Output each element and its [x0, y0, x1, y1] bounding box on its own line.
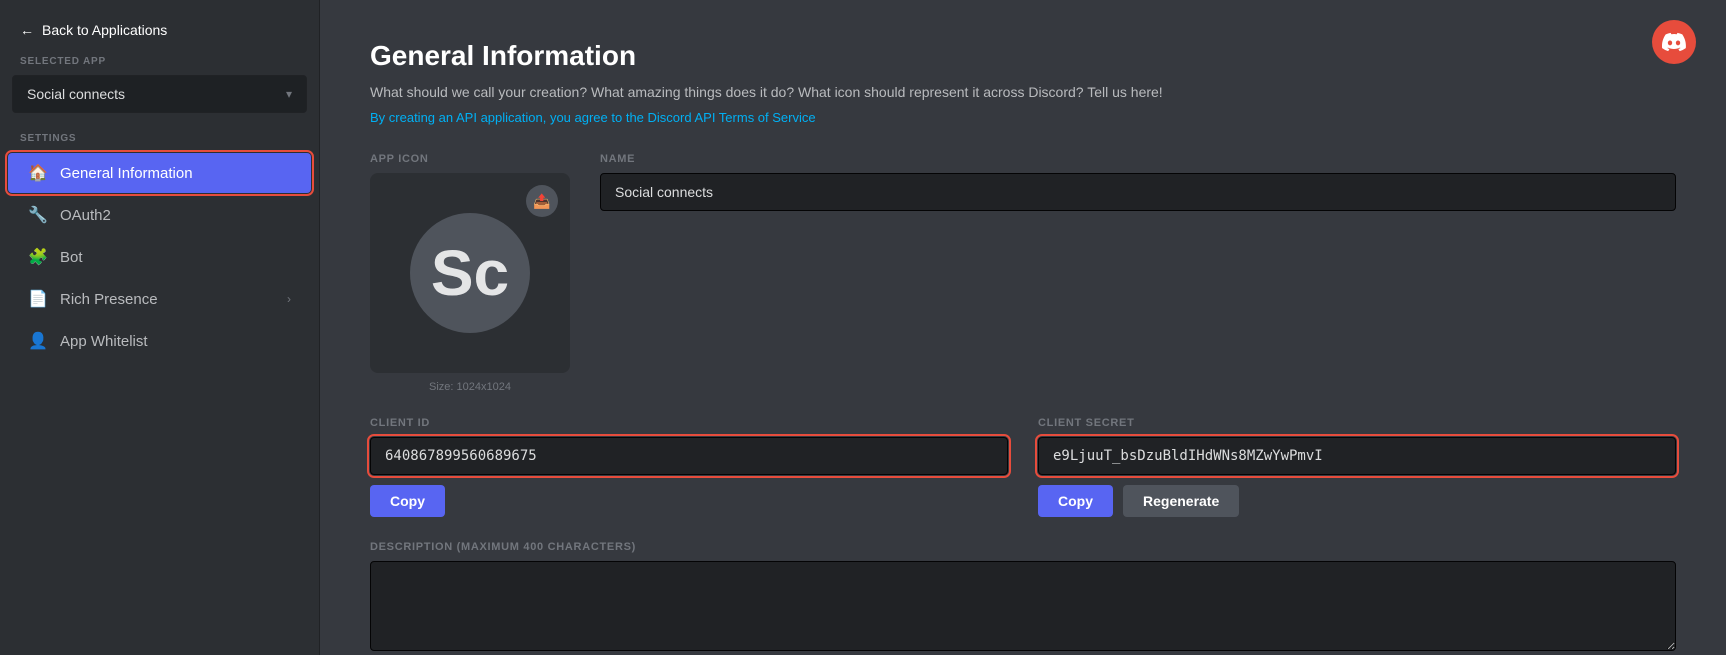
sidebar-item-oauth2[interactable]: 🔧 OAuth2	[8, 195, 311, 235]
app-icon-section: APP ICON Sc 📤 Size: 1024x1024	[370, 153, 570, 393]
name-label: NAME	[600, 153, 1676, 165]
description-input[interactable]	[370, 561, 1676, 651]
sidebar-item-app-whitelist[interactable]: 👤 App Whitelist	[8, 321, 311, 361]
client-secret-field: CLIENT SECRET e9LjuuT_bsDzuBldIHdWNs8MZw…	[1038, 417, 1676, 517]
settings-label: SETTINGS	[0, 133, 319, 152]
page-title: General Information	[370, 40, 1676, 72]
chevron-down-icon: ▾	[286, 87, 292, 101]
client-id-copy-button[interactable]: Copy	[370, 485, 445, 517]
client-id-value: 640867899560689675	[370, 437, 1008, 475]
client-id-btn-row: Copy	[370, 485, 1008, 517]
back-label: Back to Applications	[42, 22, 167, 38]
person-icon: 👤	[28, 331, 48, 351]
sidebar-item-label: General Information	[60, 165, 193, 182]
sidebar-item-general-information[interactable]: 🏠 General Information	[8, 153, 311, 193]
sidebar-item-label: Bot	[60, 249, 83, 266]
app-icon-initials: Sc	[431, 236, 509, 310]
back-arrow-icon: ←	[20, 22, 34, 38]
client-secret-value: e9LjuuT_bsDzuBldIHdWNs8MZwYwPmvI	[1038, 437, 1676, 475]
puzzle-icon: 🧩	[28, 247, 48, 267]
app-icon-name-row: APP ICON Sc 📤 Size: 1024x1024 NAME	[370, 153, 1676, 393]
app-selector[interactable]: Social connects ▾	[12, 75, 307, 113]
page-subtitle: What should we call your creation? What …	[370, 84, 1676, 100]
back-to-applications-link[interactable]: ← Back to Applications	[0, 0, 319, 56]
terms-link[interactable]: By creating an API application, you agre…	[370, 110, 1676, 125]
client-id-field: CLIENT ID 640867899560689675 Copy	[370, 417, 1008, 517]
home-icon: 🏠	[28, 163, 48, 183]
regenerate-button[interactable]: Regenerate	[1123, 485, 1239, 517]
upload-icon[interactable]: 📤	[526, 185, 558, 217]
app-icon-box[interactable]: Sc 📤	[370, 173, 570, 373]
sidebar-item-label: Rich Presence	[60, 291, 158, 308]
sidebar-item-label: App Whitelist	[60, 333, 148, 350]
icon-size-label: Size: 1024x1024	[370, 381, 570, 393]
wrench-icon: 🔧	[28, 205, 48, 225]
description-label: DESCRIPTION (MAXIMUM 400 CHARACTERS)	[370, 541, 1676, 553]
client-secret-copy-button[interactable]: Copy	[1038, 485, 1113, 517]
client-secret-label: CLIENT SECRET	[1038, 417, 1676, 429]
client-id-label: CLIENT ID	[370, 417, 1008, 429]
sidebar-item-rich-presence[interactable]: 📄 Rich Presence ›	[8, 279, 311, 319]
credentials-row: CLIENT ID 640867899560689675 Copy CLIENT…	[370, 417, 1676, 517]
sidebar: ← Back to Applications SELECTED APP Soci…	[0, 0, 320, 655]
discord-icon[interactable]	[1652, 20, 1696, 64]
app-selector-name: Social connects	[27, 86, 125, 102]
document-icon: 📄	[28, 289, 48, 309]
client-secret-btn-row: Copy Regenerate	[1038, 485, 1676, 517]
sidebar-item-bot[interactable]: 🧩 Bot	[8, 237, 311, 277]
name-section: NAME	[600, 153, 1676, 393]
name-input[interactable]	[600, 173, 1676, 211]
selected-app-label: SELECTED APP	[0, 56, 319, 75]
app-icon-label: APP ICON	[370, 153, 570, 165]
sidebar-item-label: OAuth2	[60, 207, 111, 224]
description-section: DESCRIPTION (MAXIMUM 400 CHARACTERS)	[370, 541, 1676, 655]
app-icon-circle: Sc	[410, 213, 530, 333]
main-content: General Information What should we call …	[320, 0, 1726, 655]
chevron-right-icon: ›	[287, 292, 291, 306]
